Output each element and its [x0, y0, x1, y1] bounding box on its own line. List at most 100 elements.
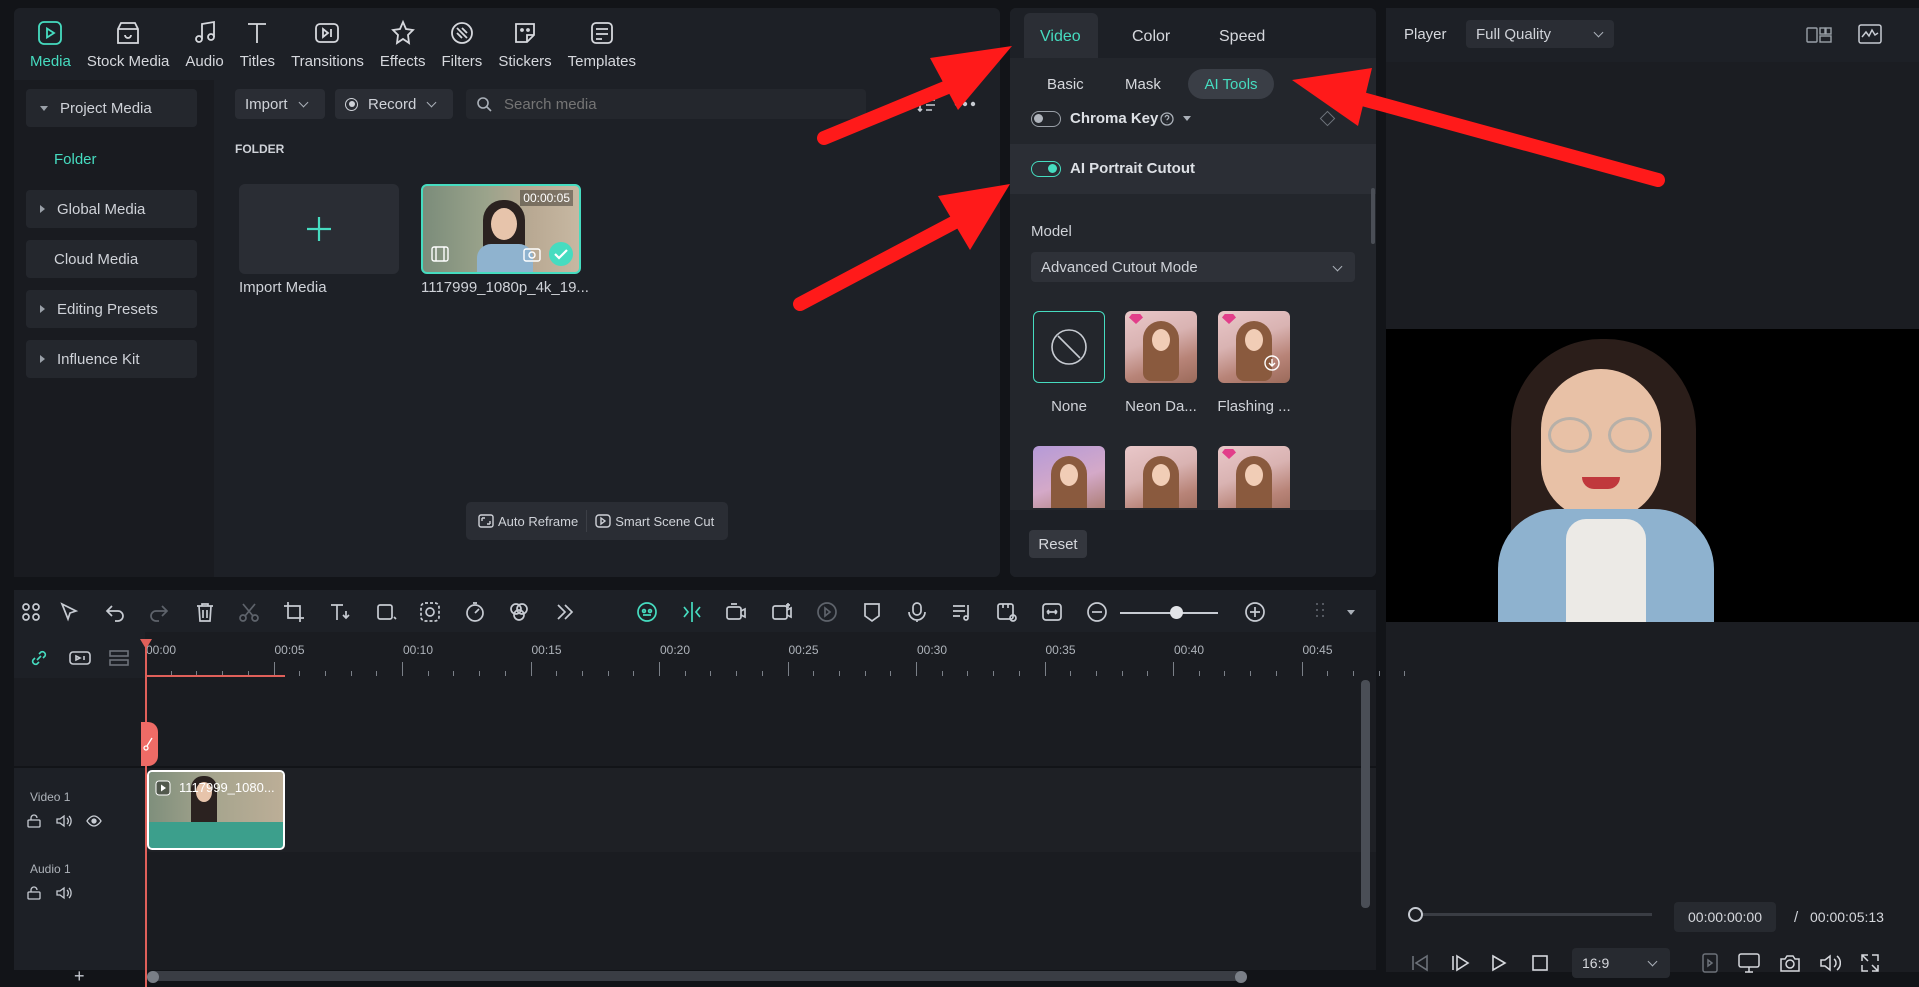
track-manage-icon[interactable]: [108, 648, 130, 668]
fit-timeline-icon[interactable]: [1041, 601, 1063, 623]
timeline-video-clip[interactable]: 1117999_1080...: [147, 770, 285, 850]
more-tools-icon[interactable]: [554, 601, 576, 623]
undo-icon[interactable]: [104, 601, 126, 623]
smart-scene-cut-button[interactable]: Smart Scene Cut: [587, 514, 722, 529]
previous-frame-icon[interactable]: [1410, 954, 1430, 972]
auto-fit-icon[interactable]: [681, 601, 703, 623]
reset-button[interactable]: Reset: [1029, 530, 1087, 558]
timeline-horizontal-scrollbar[interactable]: [147, 971, 1247, 981]
sidebar-item-cloud-media[interactable]: Cloud Media: [26, 240, 197, 278]
more-options-icon[interactable]: [954, 101, 976, 107]
play-range-icon[interactable]: [816, 601, 838, 623]
timeline-vertical-scrollbar[interactable]: [1361, 680, 1370, 908]
effect-thumb[interactable]: [1125, 446, 1197, 508]
tab-color[interactable]: Color: [1132, 28, 1170, 46]
subtab-ai-tools[interactable]: AI Tools: [1188, 69, 1274, 99]
expand-arrow-icon[interactable]: [1183, 116, 1191, 121]
redo-icon[interactable]: [148, 601, 170, 623]
play-icon[interactable]: [1491, 954, 1507, 972]
color-tool-icon[interactable]: [508, 601, 530, 623]
mask-tool-icon[interactable]: [419, 601, 441, 623]
snapshot-track-icon[interactable]: [996, 601, 1018, 623]
speaker-icon[interactable]: [56, 886, 72, 900]
nav-effects[interactable]: Effects: [372, 8, 434, 80]
search-box[interactable]: [466, 89, 866, 119]
magnet-snap-icon[interactable]: [68, 648, 92, 668]
playhead-handle[interactable]: [1408, 907, 1423, 922]
effect-thumb[interactable]: [1033, 446, 1105, 508]
nav-audio[interactable]: Audio: [177, 8, 231, 80]
timeline-playhead[interactable]: [145, 641, 147, 987]
speaker-icon[interactable]: [56, 814, 72, 828]
snapshot-icon[interactable]: [1779, 953, 1801, 973]
layout-grid-icon[interactable]: [20, 601, 42, 623]
playback-progress-track[interactable]: [1414, 913, 1652, 916]
eye-icon[interactable]: [86, 814, 102, 828]
sidebar-item-influence-kit[interactable]: Influence Kit: [26, 340, 197, 378]
layout-icon[interactable]: [1806, 26, 1832, 44]
volume-icon[interactable]: [1819, 953, 1841, 973]
model-select[interactable]: Advanced Cutout Mode: [1031, 252, 1355, 282]
sidebar-item-folder[interactable]: Folder: [54, 151, 97, 168]
display-icon[interactable]: [1738, 953, 1760, 973]
zoom-slider-track[interactable]: [1120, 612, 1218, 614]
stop-icon[interactable]: [1532, 955, 1548, 971]
import-dropdown[interactable]: Import: [235, 89, 325, 119]
effect-flashing[interactable]: [1218, 311, 1290, 383]
help-icon[interactable]: [1160, 112, 1174, 126]
effect-none[interactable]: [1033, 311, 1105, 383]
zoom-out-icon[interactable]: [1086, 601, 1108, 623]
effect-neon-dance[interactable]: [1125, 311, 1197, 383]
add-track-icon[interactable]: +: [74, 966, 85, 987]
playhead-scissor-handle[interactable]: [141, 722, 158, 766]
scopes-icon[interactable]: [1858, 24, 1882, 44]
current-time-field[interactable]: 00:00:00:00: [1674, 902, 1776, 932]
subtab-basic[interactable]: Basic: [1047, 76, 1084, 93]
ai-copilot-icon[interactable]: [636, 601, 658, 623]
chevron-down-icon[interactable]: [1347, 610, 1355, 615]
nav-templates[interactable]: Templates: [560, 8, 644, 80]
lock-icon[interactable]: [27, 814, 41, 828]
quality-select[interactable]: Full Quality: [1466, 20, 1614, 48]
nav-stickers[interactable]: Stickers: [490, 8, 559, 80]
fullscreen-icon[interactable]: [1860, 953, 1880, 973]
scroll-handle-left[interactable]: [147, 971, 159, 983]
auto-reframe-button[interactable]: Auto Reframe: [466, 510, 588, 532]
subtab-mask[interactable]: Mask: [1125, 76, 1161, 93]
next-frame-icon[interactable]: [1450, 954, 1470, 972]
ai-clip-icon[interactable]: [725, 601, 747, 623]
media-clip-thumbnail[interactable]: 00:00:05: [421, 184, 581, 274]
delete-icon[interactable]: [194, 601, 216, 623]
link-icon[interactable]: [29, 648, 49, 668]
aspect-ratio-select[interactable]: 16:9: [1572, 948, 1670, 978]
sidebar-item-project-media[interactable]: Project Media: [26, 89, 197, 127]
audio-mixer-icon[interactable]: [951, 601, 973, 623]
nav-transitions[interactable]: Transitions: [283, 8, 372, 80]
record-dropdown[interactable]: Record: [335, 89, 453, 119]
drag-handle-icon[interactable]: [1309, 601, 1331, 623]
nav-filters[interactable]: Filters: [433, 8, 490, 80]
select-tool-icon[interactable]: [58, 601, 80, 623]
ai-portrait-toggle[interactable]: [1031, 161, 1061, 177]
effect-thumb[interactable]: [1218, 446, 1290, 508]
search-input[interactable]: [504, 95, 804, 113]
sidebar-item-editing-presets[interactable]: Editing Presets: [26, 290, 197, 328]
microphone-icon[interactable]: [906, 601, 928, 623]
nav-stock-media[interactable]: Stock Media: [79, 8, 178, 80]
import-media-tile[interactable]: [239, 184, 399, 274]
nav-media[interactable]: Media: [22, 8, 79, 80]
render-preview-icon[interactable]: [1702, 953, 1718, 973]
text-tool-icon[interactable]: [328, 601, 350, 623]
zoom-in-icon[interactable]: [1244, 601, 1266, 623]
zoom-slider-handle[interactable]: [1170, 606, 1183, 619]
tab-speed[interactable]: Speed: [1219, 28, 1265, 46]
split-icon[interactable]: [238, 601, 260, 623]
tab-video[interactable]: Video: [1040, 28, 1081, 46]
shape-tool-icon[interactable]: [375, 601, 397, 623]
speed-tool-icon[interactable]: [464, 601, 486, 623]
sort-list-icon[interactable]: [917, 96, 937, 114]
lock-icon[interactable]: [27, 886, 41, 900]
sidebar-item-global-media[interactable]: Global Media: [26, 190, 197, 228]
chroma-key-toggle[interactable]: [1031, 111, 1061, 127]
nav-titles[interactable]: Titles: [232, 8, 283, 80]
